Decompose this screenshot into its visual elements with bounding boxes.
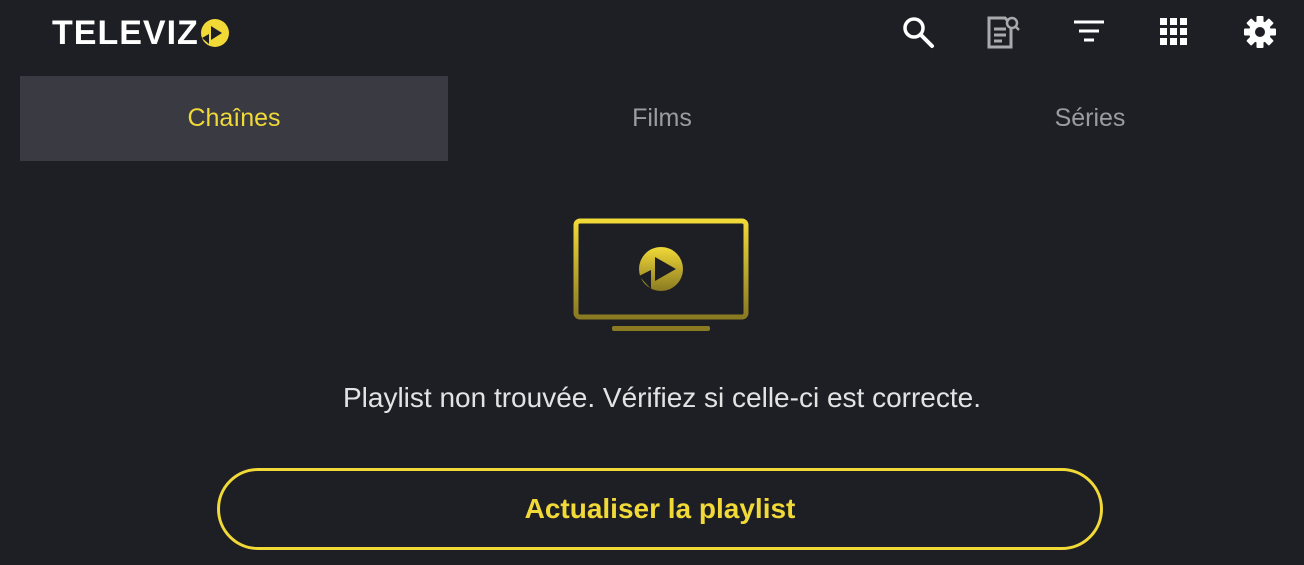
content-tabs: Chaînes Films Séries — [20, 76, 1304, 161]
tab-films[interactable]: Films — [448, 76, 876, 161]
tv-play-icon — [573, 218, 749, 331]
refresh-playlist-button[interactable]: Actualiser la playlist — [217, 468, 1103, 550]
app-logo: TELEVIZ — [52, 14, 230, 52]
tab-series[interactable]: Séries — [876, 76, 1304, 161]
grid-icon[interactable] — [1156, 14, 1192, 50]
search-icon[interactable] — [900, 14, 936, 50]
refresh-playlist-label: Actualiser la playlist — [524, 493, 796, 524]
empty-state-message: Playlist non trouvée. Vérifiez si celle-… — [342, 382, 982, 413]
tab-label: Chaînes — [187, 104, 281, 132]
logo-text: TELEVIZ — [52, 14, 199, 52]
gear-icon[interactable] — [1242, 14, 1278, 50]
top-bar: TELEVIZ — [0, 0, 1304, 68]
tab-chaines[interactable]: Chaînes — [20, 76, 448, 161]
tab-label: Séries — [1054, 104, 1126, 132]
epg-search-icon[interactable] — [985, 14, 1021, 50]
tab-label: Films — [632, 104, 692, 132]
sort-icon[interactable] — [1071, 14, 1107, 50]
logo-play-icon — [200, 19, 229, 47]
